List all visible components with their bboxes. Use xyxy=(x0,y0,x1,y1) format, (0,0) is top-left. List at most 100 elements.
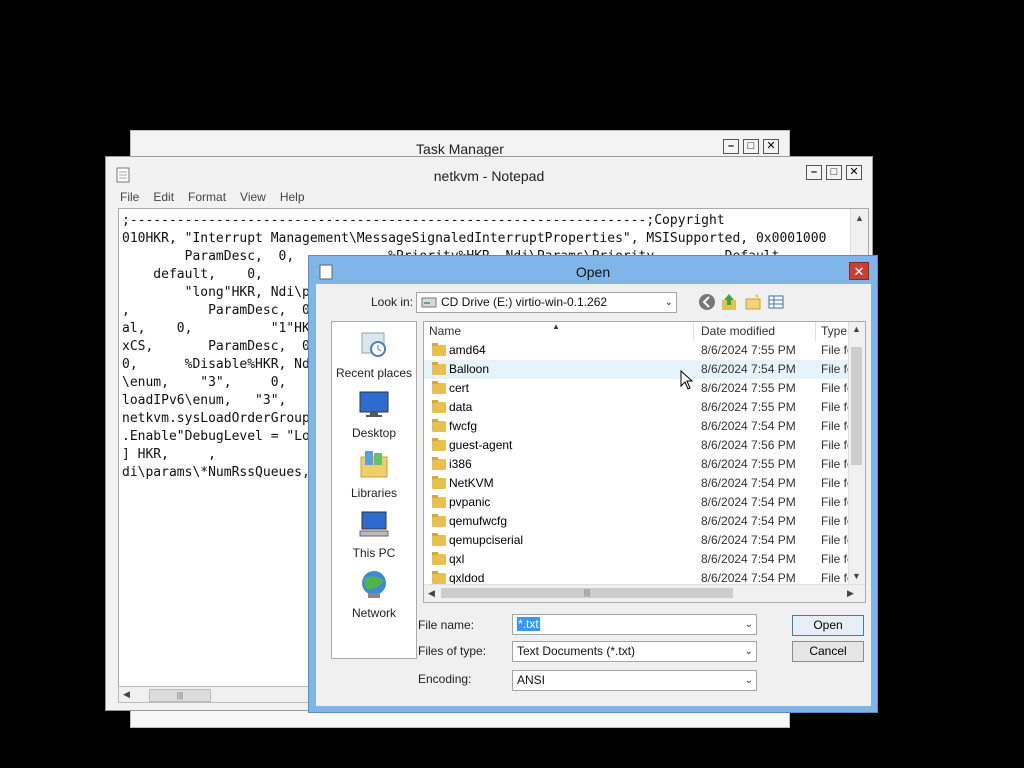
folder-icon xyxy=(432,362,446,375)
column-header-date[interactable]: Date modified xyxy=(696,322,816,341)
file-row[interactable]: i386 8/6/2024 7:55 PM File fol xyxy=(424,455,856,474)
file-name-cell: qemupciserial xyxy=(449,533,524,547)
file-name-input[interactable]: *.txt ⌄ xyxy=(512,614,757,635)
look-in-combo[interactable]: CD Drive (E:) virtio-win-0.1.262 ⌄ xyxy=(416,292,677,313)
folder-icon xyxy=(432,495,446,508)
open-button[interactable]: Open xyxy=(792,615,864,636)
files-of-type-combo[interactable]: Text Documents (*.txt) ⌄ xyxy=(512,641,757,662)
file-row[interactable]: qxl 8/6/2024 7:54 PM File fol xyxy=(424,550,856,569)
file-name-cell: qemufwcfg xyxy=(449,514,508,528)
file-row[interactable]: cert 8/6/2024 7:55 PM File fol xyxy=(424,379,856,398)
file-list-vscroll-thumb[interactable] xyxy=(851,347,862,465)
menu-file[interactable]: File xyxy=(120,190,139,204)
file-list-vertical-scrollbar[interactable]: ▲ ▼ xyxy=(848,322,865,584)
folder-icon xyxy=(432,552,446,565)
place-libraries[interactable]: Libraries xyxy=(332,449,416,500)
dialog-body: Look in: CD Drive (E:) virtio-win-0.1.26… xyxy=(316,284,871,706)
file-date-cell: 8/6/2024 7:54 PM xyxy=(701,362,796,376)
encoding-value: ANSI xyxy=(517,673,546,687)
file-row[interactable]: qemupciserial 8/6/2024 7:54 PM File fol xyxy=(424,531,856,550)
folder-icon xyxy=(432,343,446,356)
menu-view[interactable]: View xyxy=(240,190,266,204)
tm-close-button[interactable]: ✕ xyxy=(763,139,779,154)
np-close-button[interactable]: ✕ xyxy=(846,165,862,180)
file-name-cell: amd64 xyxy=(449,343,486,357)
file-row[interactable]: qemufwcfg 8/6/2024 7:54 PM File fol xyxy=(424,512,856,531)
file-row[interactable]: pvpanic 8/6/2024 7:54 PM File fol xyxy=(424,493,856,512)
file-row[interactable]: NetKVM 8/6/2024 7:54 PM File fol xyxy=(424,474,856,493)
scroll-up-arrow-icon[interactable]: ▲ xyxy=(852,211,867,226)
cancel-button[interactable]: Cancel xyxy=(792,641,864,662)
encoding-combo[interactable]: ANSI ⌄ xyxy=(512,670,757,691)
place-recent-places[interactable]: Recent places xyxy=(332,329,416,380)
file-list-horizontal-scrollbar[interactable]: ◀ ||| ▶ xyxy=(424,584,865,602)
back-icon[interactable] xyxy=(698,293,716,311)
dialog-title: Open xyxy=(575,264,611,280)
new-folder-icon[interactable] xyxy=(744,293,762,311)
place-label: Recent places xyxy=(335,366,413,380)
scroll-left-arrow-icon[interactable]: ◀ xyxy=(119,687,134,702)
file-row[interactable]: fwcfg 8/6/2024 7:54 PM File fol xyxy=(424,417,856,436)
place-label: Desktop xyxy=(351,426,397,440)
encoding-label: Encoding: xyxy=(418,672,472,686)
np-minimize-button[interactable]: – xyxy=(806,165,822,180)
network-icon xyxy=(362,571,386,598)
file-name-cell: i386 xyxy=(449,457,472,471)
files-of-type-label: Files of type: xyxy=(418,644,487,658)
cd-drive-icon xyxy=(421,297,437,308)
file-name-cell: pvpanic xyxy=(449,495,491,509)
file-name-cell: guest-agent xyxy=(449,438,513,452)
place-this-pc[interactable]: This PC xyxy=(332,509,416,560)
file-name-cell: qxl xyxy=(449,552,465,566)
file-name-cell: NetKVM xyxy=(449,476,494,490)
place-label: Network xyxy=(351,606,396,620)
file-name-cell: fwcfg xyxy=(449,419,478,433)
dialog-close-button[interactable]: ✕ xyxy=(849,262,869,280)
recent-places-icon xyxy=(361,332,386,357)
place-label: Libraries xyxy=(350,486,398,500)
folder-icon xyxy=(432,419,446,432)
file-name-cell: cert xyxy=(449,381,470,395)
file-list[interactable]: Name ▲ Date modified Type amd64 8/6/2024 … xyxy=(423,321,866,603)
scroll-right-arrow-icon[interactable]: ▶ xyxy=(843,586,858,601)
file-row[interactable]: guest-agent 8/6/2024 7:56 PM File fol xyxy=(424,436,856,455)
file-row[interactable]: amd64 8/6/2024 7:55 PM File fol xyxy=(424,341,856,360)
folder-icon xyxy=(432,381,446,394)
file-name-cell: data xyxy=(449,400,473,414)
file-date-cell: 8/6/2024 7:54 PM xyxy=(701,533,796,547)
scroll-up-arrow-icon[interactable]: ▲ xyxy=(849,322,864,337)
menu-format[interactable]: Format xyxy=(188,190,226,204)
column-type-label: Type xyxy=(821,324,848,338)
menu-edit[interactable]: Edit xyxy=(153,190,174,204)
view-menu-icon[interactable] xyxy=(768,293,786,311)
np-maximize-button[interactable]: □ xyxy=(826,165,842,180)
notepad-title: netkvm - Notepad xyxy=(433,168,545,184)
look-in-value: CD Drive (E:) virtio-win-0.1.262 xyxy=(441,295,608,309)
file-row[interactable]: data 8/6/2024 7:55 PM File fol xyxy=(424,398,856,417)
file-name-label: File name: xyxy=(418,618,475,632)
file-date-cell: 8/6/2024 7:55 PM xyxy=(701,400,796,414)
scroll-down-arrow-icon[interactable]: ▼ xyxy=(849,569,864,584)
notepad-hscroll-thumb[interactable]: ||| xyxy=(149,689,211,702)
chevron-down-icon: ⌄ xyxy=(744,675,753,686)
file-name-cell: Balloon xyxy=(449,362,490,376)
tm-minimize-button[interactable]: – xyxy=(723,139,739,154)
up-folder-icon[interactable] xyxy=(720,293,738,311)
task-manager-footer xyxy=(131,711,789,727)
file-date-cell: 8/6/2024 7:55 PM xyxy=(701,343,796,357)
menu-help[interactable]: Help xyxy=(280,190,305,204)
open-dialog[interactable]: Open ✕ Look in: CD Drive (E:) virtio-win… xyxy=(308,255,878,713)
column-header-name[interactable]: Name ▲ xyxy=(424,322,694,341)
file-list-hscroll-thumb[interactable]: ||| xyxy=(441,588,733,598)
folder-icon xyxy=(432,438,446,451)
place-network[interactable]: Network xyxy=(332,569,416,620)
tm-maximize-button[interactable]: □ xyxy=(743,139,759,154)
notepad-menubar: File Edit Format View Help xyxy=(120,190,319,204)
scroll-left-arrow-icon[interactable]: ◀ xyxy=(424,586,439,601)
chevron-down-icon[interactable]: ⌄ xyxy=(745,615,753,634)
file-date-cell: 8/6/2024 7:55 PM xyxy=(701,457,796,471)
place-desktop[interactable]: Desktop xyxy=(332,389,416,440)
file-date-cell: 8/6/2024 7:54 PM xyxy=(701,552,796,566)
notepad-horizontal-scrollbar[interactable]: ◀ ||| xyxy=(118,686,318,703)
file-row[interactable]: Balloon 8/6/2024 7:54 PM File fol xyxy=(424,360,856,379)
